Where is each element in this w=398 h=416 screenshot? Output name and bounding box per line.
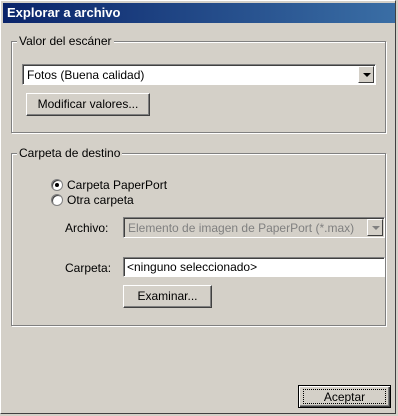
file-type-value: Elemento de imagen de PaperPort (*.max) — [128, 221, 355, 235]
radio-other-label[interactable]: Otra carpeta — [67, 193, 134, 207]
radio-paperport-label[interactable]: Carpeta PaperPort — [67, 178, 167, 192]
destination-folder-group: Carpeta de destino Carpeta PaperPort Otr… — [11, 146, 386, 326]
scanner-settings-group: Valor del escáner Fotos (Buena calidad) … — [11, 34, 386, 133]
dropdown-arrow-icon — [367, 219, 383, 236]
ok-button[interactable]: Aceptar — [298, 385, 391, 408]
radio-other-folder[interactable] — [51, 194, 63, 206]
scanner-preset-combo[interactable]: Fotos (Buena calidad) — [22, 64, 376, 85]
file-type-combo: Elemento de imagen de PaperPort (*.max) — [123, 217, 385, 238]
title-bar: Explorar a archivo — [3, 3, 395, 23]
ok-button-label: Aceptar — [303, 389, 386, 404]
modify-settings-button[interactable]: Modificar valores... — [26, 93, 150, 116]
browse-button[interactable]: Examinar... — [123, 285, 212, 308]
scanner-preset-value: Fotos (Buena calidad) — [27, 68, 145, 82]
file-label: Archivo: — [65, 221, 109, 235]
dropdown-arrow-icon[interactable] — [358, 66, 374, 83]
destination-group-label: Carpeta de destino — [17, 146, 123, 160]
scanner-group-label: Valor del escáner — [17, 34, 114, 48]
folder-path-field[interactable]: <ninguno seleccionado> — [123, 257, 385, 277]
radio-paperport-folder[interactable] — [51, 179, 63, 191]
folder-label: Carpeta: — [65, 261, 112, 275]
dialog-window: Explorar a archivo Valor del escáner Fot… — [0, 0, 396, 414]
folder-path-value: <ninguno seleccionado> — [127, 260, 258, 274]
